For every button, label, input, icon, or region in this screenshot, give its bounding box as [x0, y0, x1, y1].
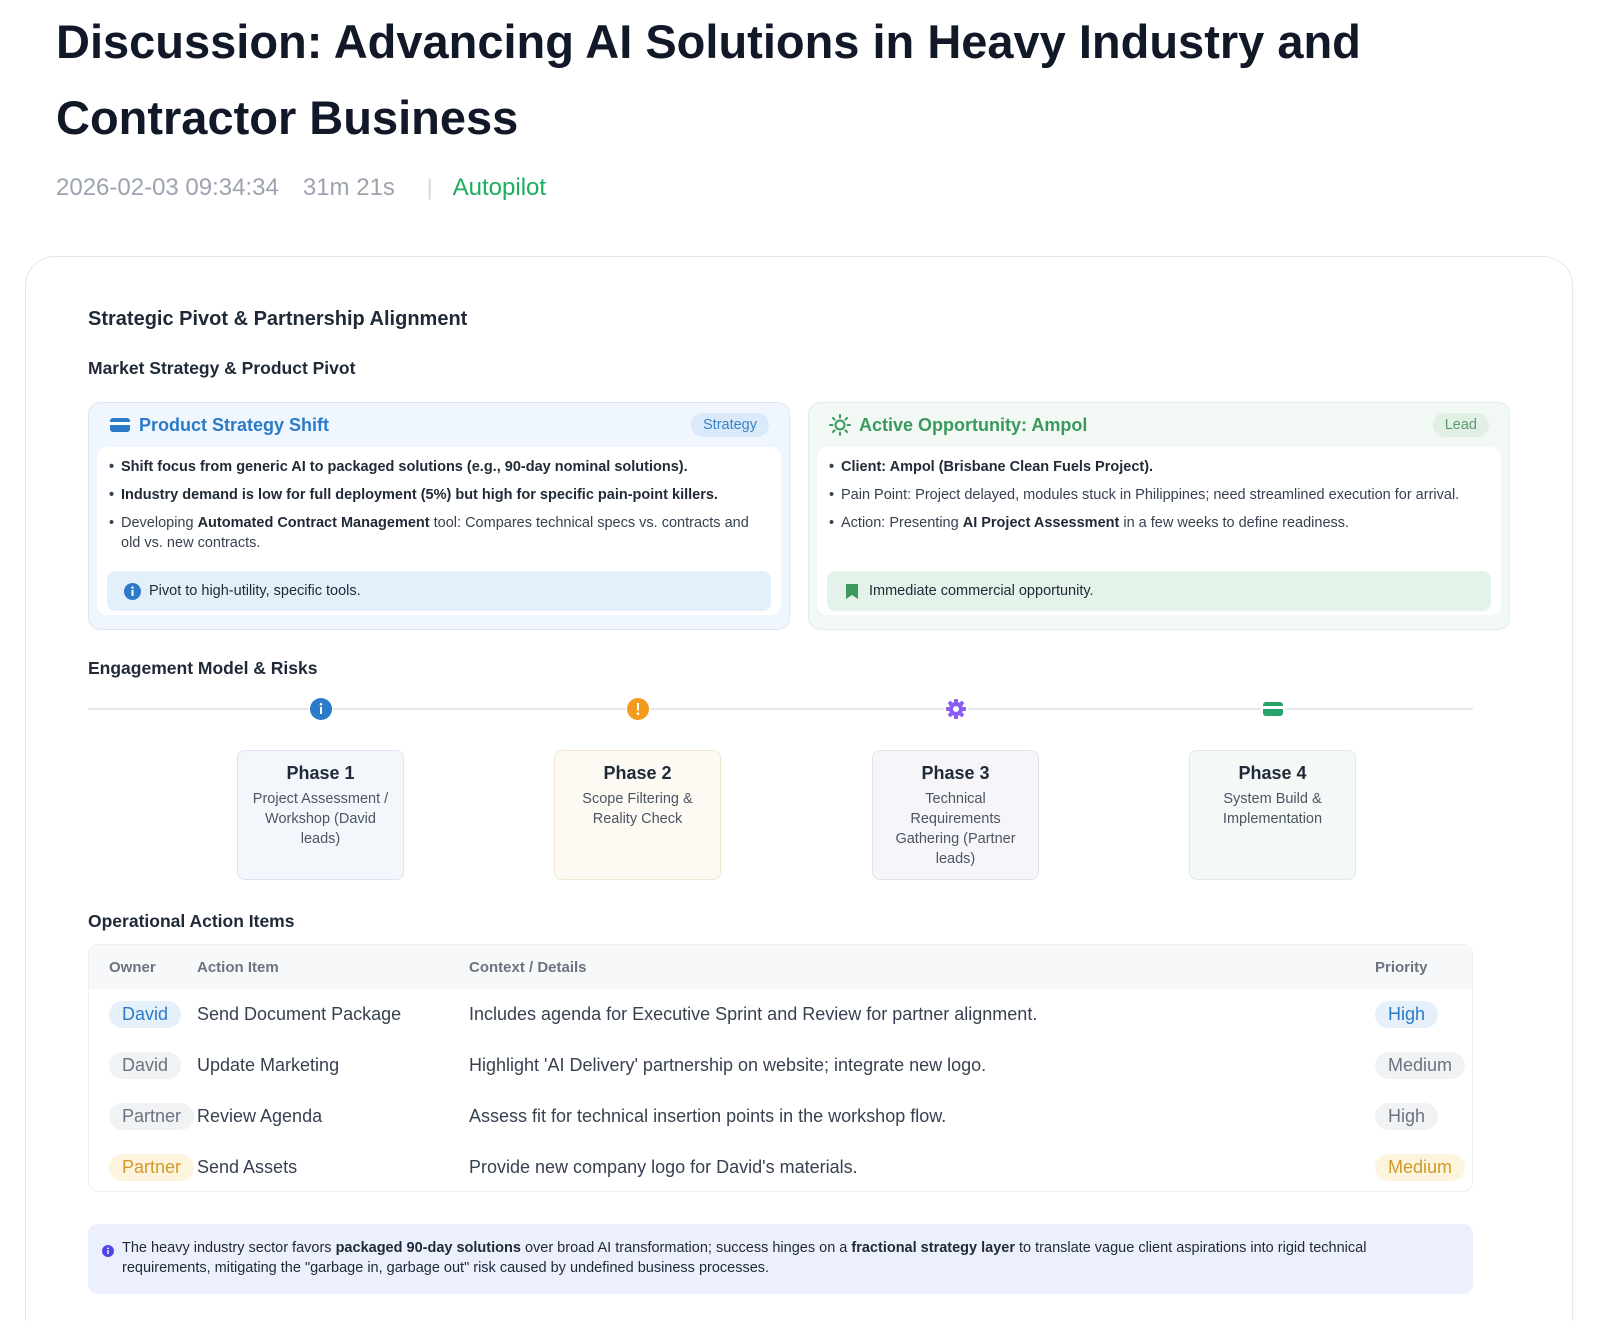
phase-title: Phase 3 — [921, 763, 990, 783]
context-cell: Includes agenda for Executive Sprint and… — [469, 1004, 1038, 1024]
gear-icon — [944, 697, 968, 721]
phase-card-2: Phase 2 Scope Filtering & Reality Check — [554, 750, 721, 880]
action-cell: Review Agenda — [197, 1106, 323, 1126]
meeting-timestamp: 2026-02-03 09:34:34 — [56, 174, 279, 201]
list-item: Action: Presenting AI Project Assessment… — [829, 513, 1491, 533]
list-item: Shift focus from generic AI to packaged … — [109, 457, 771, 477]
list-item: Pain Point: Project delayed, modules stu… — [829, 485, 1491, 505]
action-cell: Send Assets — [197, 1157, 298, 1177]
table-row: Partner Send Assets Provide new company … — [89, 1142, 1472, 1191]
autopilot-link[interactable]: Autopilot — [453, 174, 546, 202]
card-header: Active Opportunity: Ampol Lead — [817, 403, 1501, 447]
active-opportunity-card: Active Opportunity: Ampol Lead Client: A… — [808, 402, 1510, 630]
wallet-icon — [1261, 697, 1285, 721]
strategy-badge: Strategy — [691, 413, 769, 437]
section-title: Strategic Pivot & Partnership Alignment — [88, 308, 468, 330]
phase-description: Project Assessment / Workshop (David lea… — [252, 791, 389, 847]
phase-card-1: Phase 1 Project Assessment / Workshop (D… — [237, 750, 404, 880]
phase-title: Phase 2 — [603, 763, 672, 783]
owner-tag: Partner — [109, 1154, 195, 1181]
lead-badge: Lead — [1432, 413, 1489, 437]
wallet-icon — [109, 414, 131, 436]
column-header-action: Action Item — [197, 958, 279, 976]
meeting-meta: 2026-02-03 09:34:34 31m 21s | Autopilot — [56, 170, 546, 206]
callout-text: Immediate commercial opportunity. — [869, 583, 1094, 599]
owner-tag: David — [109, 1001, 182, 1028]
column-header-priority: Priority — [1375, 958, 1428, 976]
market-heading: Market Strategy & Product Pivot — [88, 358, 356, 378]
sun-icon — [829, 414, 851, 436]
actions-heading: Operational Action Items — [88, 911, 295, 931]
meeting-duration: 31m 21s — [302, 174, 395, 201]
column-header-owner: Owner — [109, 958, 156, 976]
card-title: Active Opportunity: Ampol — [859, 414, 1088, 435]
info-icon — [123, 582, 141, 600]
phase-card-4: Phase 4 System Build & Implementation — [1189, 750, 1356, 880]
priority-badge: Medium — [1375, 1154, 1466, 1181]
phase-description: System Build & Implementation — [1222, 791, 1323, 827]
action-items-table: Owner Action Item Context / Details Prio… — [88, 944, 1473, 1192]
callout-text: Pivot to high-utility, specific tools. — [149, 583, 361, 599]
table-row: David Send Document Package Includes age… — [89, 989, 1472, 1040]
table-row: Partner Review Agenda Assess fit for tec… — [89, 1091, 1472, 1142]
card-callout: Pivot to high-utility, specific tools. — [107, 571, 771, 611]
action-cell: Update Marketing — [197, 1055, 340, 1075]
phase-description: Scope Filtering & Reality Check — [582, 791, 693, 827]
action-cell: Send Document Package — [197, 1004, 402, 1024]
list-item: Client: Ampol (Brisbane Clean Fuels Proj… — [829, 457, 1491, 477]
page-title: Discussion: Advancing AI Solutions in He… — [56, 15, 1361, 144]
table-row: David Update Marketing Highlight 'AI Del… — [89, 1040, 1472, 1091]
card-callout: Immediate commercial opportunity. — [827, 571, 1491, 611]
phase-description: Technical Requirements Gathering (Partne… — [895, 791, 1016, 867]
owner-tag: Partner — [109, 1103, 195, 1130]
card-title: Product Strategy Shift — [139, 414, 330, 435]
context-cell: Provide new company logo for David's mat… — [469, 1157, 858, 1177]
meta-separator: | — [426, 175, 433, 200]
table-header-row: Owner Action Item Context / Details Prio… — [89, 945, 1472, 989]
context-cell: Highlight 'AI Delivery' partnership on w… — [469, 1055, 987, 1075]
phase-title: Phase 1 — [286, 763, 355, 783]
card-header: Product Strategy Shift Strategy — [97, 403, 781, 447]
phase-title: Phase 4 — [1238, 763, 1307, 783]
phase-card-3: Phase 3 Technical Requirements Gathering… — [872, 750, 1039, 880]
product-strategy-card: Product Strategy Shift Strategy Shift fo… — [88, 402, 790, 630]
context-cell: Assess fit for technical insertion point… — [469, 1106, 947, 1126]
list-item: Developing Automated Contract Management… — [109, 513, 771, 553]
engagement-heading: Engagement Model & Risks — [88, 658, 318, 678]
priority-badge: Medium — [1375, 1052, 1466, 1079]
summary-note: The heavy industry sector favors package… — [88, 1224, 1473, 1294]
list-item: Industry demand is low for full deployme… — [109, 485, 771, 505]
column-header-context: Context / Details — [469, 958, 587, 976]
info-icon — [102, 1243, 114, 1257]
priority-badge: High — [1375, 1001, 1439, 1028]
priority-badge: High — [1375, 1103, 1439, 1130]
info-icon — [309, 697, 333, 721]
warning-icon — [626, 697, 650, 721]
owner-tag: David — [109, 1052, 182, 1079]
bookmark-icon — [843, 582, 861, 600]
